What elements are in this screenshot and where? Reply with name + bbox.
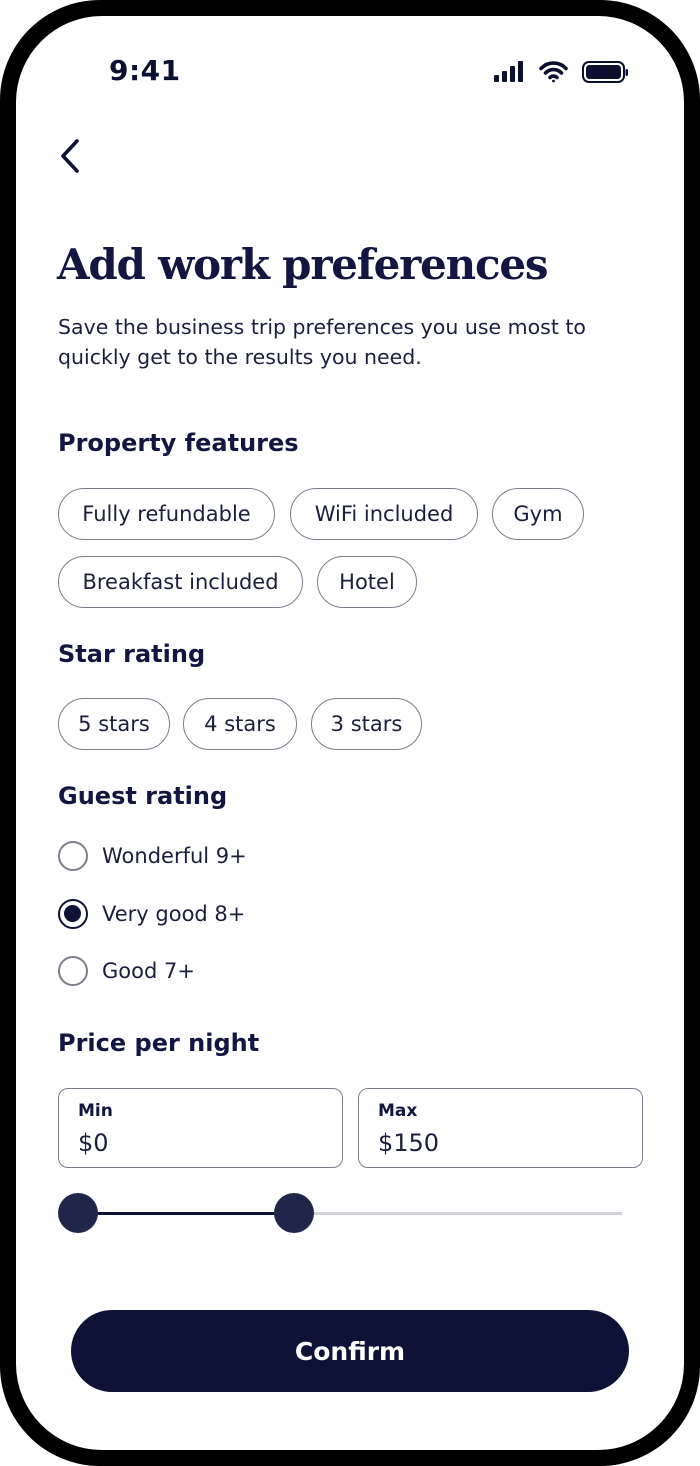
min-price-label: Min: [78, 1101, 113, 1121]
min-price-value[interactable]: $0: [78, 1129, 109, 1157]
confirm-button[interactable]: Confirm: [71, 1310, 629, 1392]
star-rating-heading: Star rating: [58, 640, 206, 668]
chip-fully-refundable[interactable]: Fully refundable: [58, 488, 275, 540]
chip-gym[interactable]: Gym: [492, 488, 584, 540]
chip-hotel[interactable]: Hotel: [317, 556, 417, 608]
radio-label: Very good 8+: [102, 902, 246, 926]
battery-icon: [582, 61, 628, 83]
chip-wifi-included[interactable]: WiFi included: [290, 488, 478, 540]
price-slider-min-thumb[interactable]: [58, 1193, 98, 1233]
min-price-field[interactable]: Min $0: [58, 1088, 343, 1168]
chevron-left-icon[interactable]: [56, 136, 86, 176]
chip-5-stars[interactable]: 5 stars: [58, 698, 170, 750]
screen: 9:41 Add work preferences Save the busin…: [16, 16, 684, 1450]
page-subtitle: Save the business trip preferences you u…: [58, 315, 586, 369]
chip-4-stars[interactable]: 4 stars: [183, 698, 297, 750]
radio-good-7[interactable]: Good 7+: [58, 954, 195, 988]
max-price-value[interactable]: $150: [378, 1129, 439, 1157]
price-slider-range: [78, 1212, 294, 1215]
page-title: Add work preferences: [57, 240, 548, 289]
guest-rating-heading: Guest rating: [58, 782, 228, 810]
chip-3-stars[interactable]: 3 stars: [311, 698, 422, 750]
status-time: 9:41: [109, 54, 181, 87]
status-icons: [494, 61, 628, 83]
radio-label: Good 7+: [102, 959, 195, 983]
radio-button[interactable]: [58, 956, 88, 986]
max-price-label: Max: [378, 1101, 418, 1121]
radio-label: Wonderful 9+: [102, 844, 247, 868]
radio-button[interactable]: [58, 841, 88, 871]
price-slider-max-thumb[interactable]: [274, 1193, 314, 1233]
wifi-icon: [539, 61, 568, 83]
device: 9:41 Add work preferences Save the busin…: [0, 0, 700, 1466]
radio-very-good-8[interactable]: Very good 8+: [58, 897, 245, 931]
radio-button-checked[interactable]: [58, 899, 88, 929]
chip-breakfast-included[interactable]: Breakfast included: [58, 556, 303, 608]
property-features-heading: Property features: [58, 429, 299, 457]
cellular-signal-icon: [494, 61, 523, 82]
price-per-night-heading: Price per night: [58, 1029, 260, 1057]
max-price-field[interactable]: Max $150: [358, 1088, 643, 1168]
radio-wonderful-9[interactable]: Wonderful 9+: [58, 839, 247, 873]
